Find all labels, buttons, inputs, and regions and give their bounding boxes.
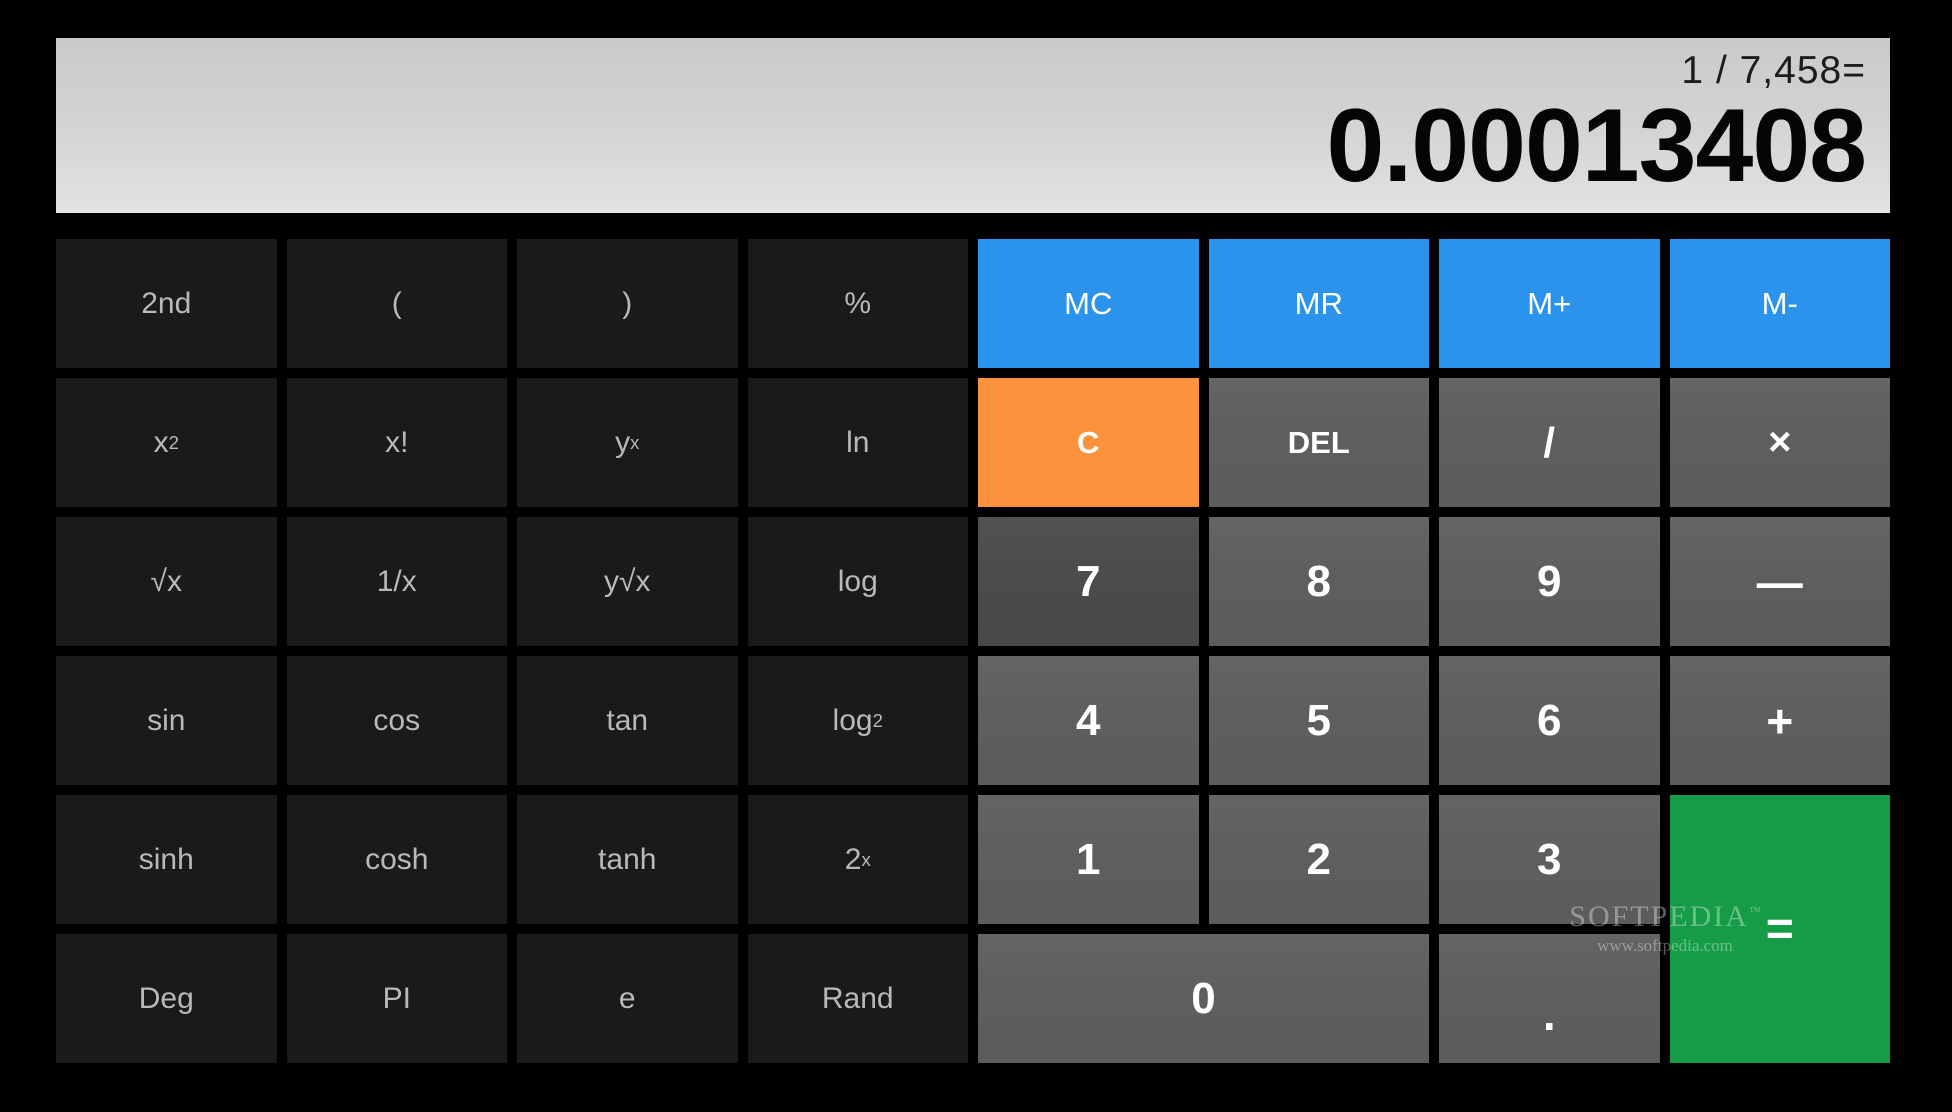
- key-paren-open[interactable]: (: [286, 239, 507, 368]
- key-five[interactable]: 5: [1208, 656, 1429, 785]
- keypad: 2nd ( ) % MC MR M+ M- x2 x! yx ln C DEL …: [56, 239, 1890, 1063]
- key-degrees[interactable]: Deg: [56, 934, 277, 1063]
- key-four[interactable]: 4: [978, 656, 1199, 785]
- key-clear[interactable]: C: [978, 378, 1199, 507]
- key-cosh[interactable]: cosh: [286, 795, 507, 924]
- key-sinh[interactable]: sinh: [56, 795, 277, 924]
- result-text: 0.00013408: [1326, 88, 1867, 204]
- key-percent[interactable]: %: [747, 239, 968, 368]
- key-x-squared[interactable]: x2: [56, 378, 277, 507]
- key-y-power-x[interactable]: yx: [517, 378, 738, 507]
- key-decimal[interactable]: .: [1439, 934, 1660, 1063]
- key-eight[interactable]: 8: [1208, 517, 1429, 646]
- key-divide[interactable]: /: [1439, 378, 1660, 507]
- calculator-display: 1 / 7,458= 0.00013408: [56, 38, 1890, 213]
- key-subtract[interactable]: —: [1669, 517, 1890, 646]
- key-log2[interactable]: log 2: [747, 656, 968, 785]
- key-random[interactable]: Rand: [747, 934, 968, 1063]
- key-memory-clear[interactable]: MC: [978, 239, 1199, 368]
- key-natural-log[interactable]: ln: [747, 378, 968, 507]
- key-three[interactable]: 3: [1439, 795, 1660, 924]
- key-zero[interactable]: 0: [978, 934, 1429, 1063]
- key-two[interactable]: 2: [1208, 795, 1429, 924]
- key-delete[interactable]: DEL: [1208, 378, 1429, 507]
- key-y-root-x[interactable]: y√x: [517, 517, 738, 646]
- key-paren-close[interactable]: ): [517, 239, 738, 368]
- key-square-root[interactable]: √x: [56, 517, 277, 646]
- key-two-power-x[interactable]: 2x: [747, 795, 968, 924]
- key-add[interactable]: +: [1669, 656, 1890, 785]
- key-seven[interactable]: 7: [978, 517, 1199, 646]
- key-one[interactable]: 1: [978, 795, 1199, 924]
- key-sin[interactable]: sin: [56, 656, 277, 785]
- key-memory-add[interactable]: M+: [1439, 239, 1660, 368]
- key-equals[interactable]: =: [1669, 795, 1890, 1063]
- key-factorial[interactable]: x!: [286, 378, 507, 507]
- key-euler[interactable]: e: [517, 934, 738, 1063]
- key-six[interactable]: 6: [1439, 656, 1660, 785]
- key-pi[interactable]: PI: [286, 934, 507, 1063]
- key-reciprocal[interactable]: 1/x: [286, 517, 507, 646]
- key-tan[interactable]: tan: [517, 656, 738, 785]
- calculator-window: 1 / 7,458= 0.00013408 2nd ( ) % MC MR M+…: [0, 0, 1952, 1112]
- key-tanh[interactable]: tanh: [517, 795, 738, 924]
- key-second[interactable]: 2nd: [56, 239, 277, 368]
- key-log10[interactable]: log: [747, 517, 968, 646]
- key-cos[interactable]: cos: [286, 656, 507, 785]
- key-memory-recall[interactable]: MR: [1208, 239, 1429, 368]
- key-multiply[interactable]: ×: [1669, 378, 1890, 507]
- key-nine[interactable]: 9: [1439, 517, 1660, 646]
- key-memory-subtract[interactable]: M-: [1669, 239, 1890, 368]
